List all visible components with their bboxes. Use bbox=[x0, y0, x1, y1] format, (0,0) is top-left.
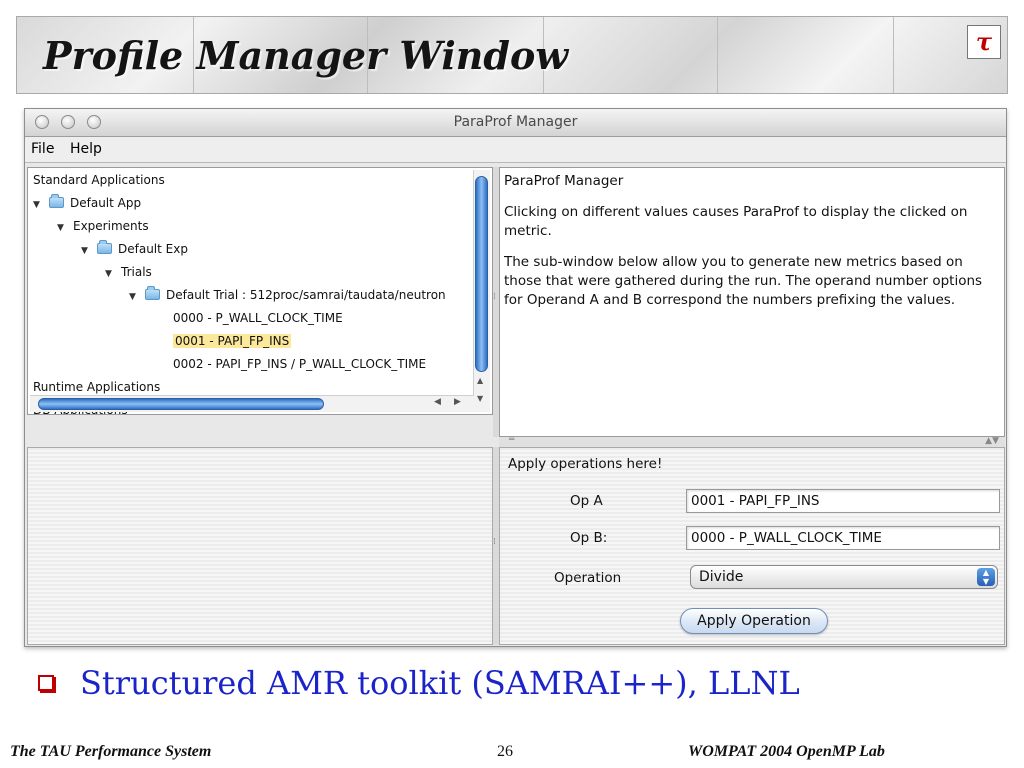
tree-item-label: Runtime Applications bbox=[33, 380, 161, 394]
divider-grip-icon: ⁞ bbox=[493, 537, 496, 547]
header-tile-divider bbox=[717, 17, 718, 93]
collapse-arrows-icon[interactable]: ▲▼ bbox=[985, 436, 999, 446]
header-tile-divider bbox=[893, 17, 894, 93]
window-title: ParaProf Manager bbox=[453, 114, 578, 130]
bullet-point: Structured AMR toolkit (SAMRAI++), LLNL bbox=[38, 664, 800, 702]
tree-item-default-trial[interactable]: ▼ Default Trial : 512proc/samrai/taudata/… bbox=[129, 286, 446, 304]
operations-heading: Apply operations here! bbox=[508, 456, 663, 472]
info-text-area: ParaProf Manager Clicking on different v… bbox=[499, 167, 1005, 437]
expand-triangle-icon[interactable]: ▼ bbox=[57, 219, 67, 237]
folder-icon bbox=[49, 194, 64, 208]
tree-item-standard-applications[interactable]: Standard Applications bbox=[33, 171, 165, 189]
scroll-down-arrow-icon[interactable]: ▼ bbox=[477, 394, 483, 403]
op-a-field[interactable]: 0001 - PAPI_FP_INS bbox=[686, 489, 1000, 513]
tau-logo-glyph: τ bbox=[975, 27, 993, 56]
tree-item-metric-0000[interactable]: 0000 - P_WALL_CLOCK_TIME bbox=[173, 309, 343, 327]
divider-grip-icon: ⁞ bbox=[493, 292, 496, 302]
expand-triangle-icon[interactable]: ▼ bbox=[81, 242, 91, 260]
footer-right: WOMPAT 2004 OpenMP Lab bbox=[688, 743, 885, 760]
scroll-left-arrow-icon[interactable]: ◀ bbox=[434, 397, 441, 407]
tree-item-label: Default Exp bbox=[118, 242, 188, 256]
paraprof-manager-window: ParaProf Manager File Help Standard Appl… bbox=[24, 108, 1007, 647]
info-paragraph-2: The sub-window below allow you to genera… bbox=[504, 254, 983, 308]
info-paragraph-1: Clicking on different values causes Para… bbox=[504, 204, 968, 239]
application-tree[interactable]: Standard Applications ▼ Default App ▼ Expe… bbox=[27, 167, 493, 415]
split-pane-divider-horizontal[interactable]: ═ ▲▼ bbox=[499, 435, 1005, 447]
expand-triangle-icon[interactable]: ▼ bbox=[105, 265, 115, 283]
tree-item-label: Experiments bbox=[73, 219, 149, 233]
op-b-field[interactable]: 0000 - P_WALL_CLOCK_TIME bbox=[686, 526, 1000, 550]
operation-selected-value: Divide bbox=[699, 569, 744, 585]
bullet-text: Structured AMR toolkit (SAMRAI++), LLNL bbox=[80, 664, 800, 702]
operation-label: Operation bbox=[554, 570, 622, 586]
lower-empty-panel bbox=[27, 447, 493, 645]
tau-logo-icon: τ bbox=[967, 25, 1001, 59]
divider-grip-icon: ═ bbox=[509, 435, 515, 445]
bullet-box-icon bbox=[38, 675, 54, 691]
horizontal-scroll-thumb[interactable] bbox=[38, 398, 324, 410]
expand-triangle-icon[interactable]: ▼ bbox=[33, 196, 43, 214]
scroll-up-arrow-icon[interactable]: ▲ bbox=[477, 376, 483, 385]
tree-item-trials[interactable]: ▼ Trials bbox=[105, 263, 152, 281]
vertical-scroll-thumb[interactable] bbox=[475, 176, 488, 372]
operations-panel: Apply operations here! Op A 0001 - PAPI_… bbox=[499, 447, 1005, 645]
tree-item-experiments[interactable]: ▼ Experiments bbox=[57, 217, 149, 235]
tree-horizontal-scrollbar[interactable]: ◀ ▶ bbox=[30, 395, 474, 412]
tree-vertical-scrollbar[interactable]: ▲ ▼ bbox=[473, 170, 490, 412]
tree-item-label: Default Trial : 512proc/samrai/taudata/n… bbox=[166, 288, 446, 302]
tree-item-label: 0000 - P_WALL_CLOCK_TIME bbox=[173, 311, 343, 325]
operation-select[interactable]: Divide ▲ ▼ bbox=[690, 565, 998, 589]
tree-item-label: Standard Applications bbox=[33, 173, 165, 187]
window-titlebar[interactable]: ParaProf Manager bbox=[25, 109, 1006, 137]
select-arrows-icon: ▲ ▼ bbox=[977, 568, 995, 586]
menubar: File Help bbox=[25, 137, 1006, 163]
tree-item-metric-0002[interactable]: 0002 - PAPI_FP_INS / P_WALL_CLOCK_TIME bbox=[173, 355, 426, 373]
slide-header: Profile Manager Window τ bbox=[16, 16, 1008, 94]
tree-item-label: 0001 - PAPI_FP_INS bbox=[173, 334, 292, 348]
scroll-right-arrow-icon[interactable]: ▶ bbox=[454, 397, 461, 407]
tree-item-default-app[interactable]: ▼ Default App bbox=[33, 194, 141, 212]
expand-triangle-icon[interactable]: ▼ bbox=[129, 288, 139, 306]
info-heading: ParaProf Manager bbox=[504, 173, 624, 189]
tree-item-label: Trials bbox=[121, 265, 152, 279]
apply-operation-button[interactable]: Apply Operation bbox=[680, 608, 828, 634]
tree-item-label: 0002 - PAPI_FP_INS / P_WALL_CLOCK_TIME bbox=[173, 357, 427, 371]
footer-page-number: 26 bbox=[497, 743, 513, 760]
footer-left: The TAU Performance System bbox=[10, 743, 212, 760]
tree-item-runtime-applications[interactable]: Runtime Applications bbox=[33, 378, 160, 396]
op-a-label: Op A bbox=[570, 493, 603, 509]
folder-icon bbox=[145, 286, 160, 300]
tree-item-default-exp[interactable]: ▼ Default Exp bbox=[81, 240, 188, 258]
op-b-label: Op B: bbox=[570, 530, 608, 546]
slide-title: Profile Manager Window bbox=[43, 33, 569, 78]
menu-file[interactable]: File bbox=[31, 141, 54, 157]
tree-item-metric-0001[interactable]: 0001 - PAPI_FP_INS bbox=[173, 332, 292, 350]
tree-item-label: Default App bbox=[70, 196, 142, 210]
folder-icon bbox=[97, 240, 112, 254]
menu-help[interactable]: Help bbox=[70, 141, 102, 157]
